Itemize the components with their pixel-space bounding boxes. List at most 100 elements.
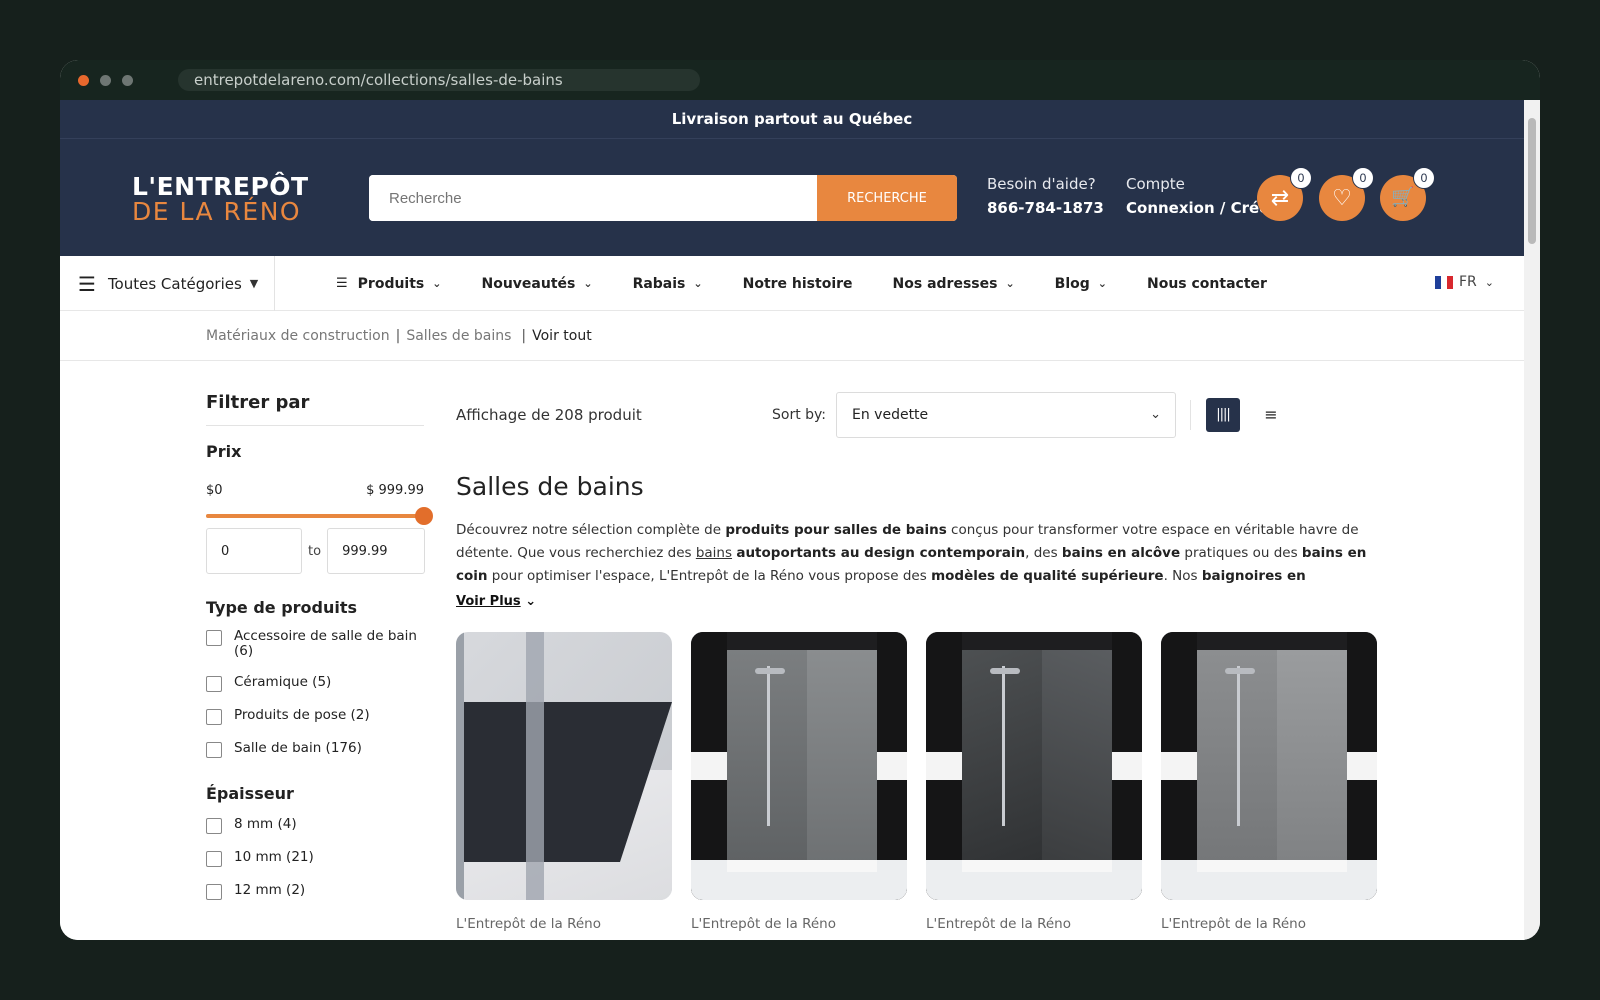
listing-toolbar: Affichage de 208 produit Sort by: En ved… (456, 392, 1380, 438)
price-max-input[interactable] (327, 528, 426, 574)
description-bold: produits pour salles de bains (725, 522, 947, 538)
description-link[interactable]: bains (696, 545, 732, 561)
maximize-window-dot[interactable] (122, 74, 133, 86)
list-view-button[interactable]: ≡ (1254, 398, 1288, 432)
checkbox[interactable] (206, 630, 222, 646)
all-categories-menu[interactable]: ☰ Toutes Catégories ▼ (78, 256, 276, 311)
search-button[interactable]: RECHERCHE (817, 175, 957, 221)
france-flag-icon (1435, 275, 1453, 289)
site-logo[interactable]: L'ENTREPÔT DE LA RÉNO (132, 172, 342, 225)
filter-option-label: Produits de pose (2) (234, 707, 370, 723)
sort-select[interactable]: En vedette ⌄ (836, 392, 1176, 438)
browser-chrome: entrepotdelareno.com/collections/salles-… (60, 60, 1540, 100)
read-more-link[interactable]: Voir Plus ⌄ (456, 594, 1380, 609)
checkbox[interactable] (206, 884, 222, 900)
list-view-icon: ≡ (1264, 405, 1278, 424)
image-panel-right (807, 650, 877, 870)
product-card[interactable]: L'Entrepôt de la Réno (691, 632, 907, 932)
scrollbar-thumb[interactable] (1528, 118, 1536, 244)
minimize-window-dot[interactable] (100, 74, 111, 86)
help-contact[interactable]: Besoin d'aide? 866-784-1873 (987, 175, 1104, 217)
filter-option[interactable]: 8 mm (4) (206, 817, 424, 834)
address-bar[interactable]: entrepotdelareno.com/collections/salles-… (178, 69, 700, 91)
checkbox[interactable] (206, 676, 222, 692)
checkbox[interactable] (206, 742, 222, 758)
all-categories-label: Toutes Catégories (107, 274, 242, 293)
filter-option[interactable]: Salle de bain (176) (206, 741, 424, 758)
checkbox[interactable] (206, 709, 222, 725)
description-bold: autoportants au design contemporain (736, 545, 1026, 561)
product-vendor[interactable]: L'Entrepôt de la Réno (926, 916, 1142, 932)
close-window-dot[interactable] (78, 74, 89, 86)
help-phone[interactable]: 866-784-1873 (987, 199, 1104, 217)
language-selector[interactable]: FR ⌄ (1435, 274, 1494, 290)
nav-item-label: Nous contacter (1146, 275, 1267, 292)
product-card[interactable]: L'Entrepôt de la Réno (926, 632, 1142, 932)
compare-button[interactable]: ⇄ 0 (1257, 167, 1312, 221)
image-shower-pipe (767, 666, 770, 826)
image-door-frame (456, 632, 464, 900)
product-image[interactable] (456, 632, 672, 900)
thickness-filter-title: Épaisseur (206, 784, 294, 803)
chevron-down-icon: ⌄ (693, 277, 703, 290)
language-code: FR (1459, 274, 1477, 290)
price-slider-fill (206, 514, 424, 518)
image-glass-door (526, 632, 544, 900)
chevron-down-icon: ⌄ (1150, 407, 1161, 422)
read-more-label: Voir Plus (456, 594, 521, 609)
image-shower-base (1197, 860, 1347, 872)
image-shower-head (755, 668, 785, 674)
filter-option[interactable]: Accessoire de salle de bain (6) (206, 629, 424, 659)
wishlist-button[interactable]: ♡ 0 (1319, 167, 1374, 221)
browser-window: entrepotdelareno.com/collections/salles-… (60, 60, 1540, 940)
cart-button[interactable]: 🛒 0 (1380, 167, 1435, 221)
nav-item-blog[interactable]: Blog ⌄ (1055, 276, 1107, 292)
product-vendor[interactable]: L'Entrepôt de la Réno (456, 916, 672, 932)
checkbox[interactable] (206, 851, 222, 867)
breadcrumb-link[interactable]: Matériaux de construction (206, 328, 390, 344)
nav-item-label: Notre histoire (742, 275, 853, 292)
product-image[interactable] (926, 632, 1142, 900)
nav-item-rabais[interactable]: Rabais ⌄ (633, 276, 703, 292)
cart-icon: 🛒 (1391, 187, 1415, 208)
account-menu[interactable]: Compte Connexion / Créer (1126, 175, 1277, 217)
checkbox[interactable] (206, 818, 222, 834)
nav-item-nous-contacter[interactable]: Nous contacter (1147, 276, 1267, 292)
filter-option[interactable]: Produits de pose (2) (206, 708, 424, 725)
product-vendor[interactable]: L'Entrepôt de la Réno (691, 916, 907, 932)
filter-sidebar: Filtrer par Prix $0 $ 999.99 to Type de … (206, 392, 433, 900)
nav-item-produits[interactable]: ☰ Produits ⌄ (336, 276, 441, 292)
nav-item-label: Rabais (632, 275, 686, 292)
toolbar-divider (1190, 400, 1191, 430)
filter-option[interactable]: Céramique (5) (206, 675, 424, 692)
chevron-down-icon: ⌄ (525, 594, 537, 609)
filter-option[interactable]: 10 mm (21) (206, 850, 424, 867)
price-slider[interactable] (206, 507, 433, 525)
nav-item-notre-histoire[interactable]: Notre histoire (743, 276, 853, 292)
product-image[interactable] (691, 632, 907, 900)
grid-view-button[interactable]: |||| (1206, 398, 1240, 432)
product-card[interactable]: L'Entrepôt de la Réno (1161, 632, 1377, 932)
nav-item-nos-adresses[interactable]: Nos adresses ⌄ (893, 276, 1015, 292)
breadcrumb-separator: | (395, 327, 401, 344)
description-text: pratiques ou des (1180, 545, 1302, 561)
description-text: . Nos (1163, 568, 1202, 584)
logo-line-1: L'ENTREPÔT (132, 172, 309, 201)
product-vendor[interactable]: L'Entrepôt de la Réno (1161, 916, 1377, 932)
nav-item-nouveautes[interactable]: Nouveautés ⌄ (481, 276, 592, 292)
price-slider-handle[interactable] (415, 507, 433, 525)
description-bold: modèles de qualité supérieure (931, 568, 1164, 584)
product-card[interactable]: L'Entrepôt de la Réno (456, 632, 672, 932)
page-scrollbar[interactable] (1524, 100, 1540, 940)
chevron-down-icon: ⌄ (583, 277, 593, 290)
breadcrumb-link[interactable]: Salles de bains (406, 328, 511, 344)
filter-option[interactable]: 12 mm (2) (206, 883, 424, 900)
price-min-input[interactable] (206, 528, 302, 574)
chevron-down-icon: ⌄ (1097, 277, 1107, 290)
sort-value: En vedette (852, 407, 929, 423)
search-input[interactable] (369, 175, 817, 221)
description-text: Découvrez notre sélection complète de (456, 522, 726, 538)
price-to-label: to (308, 543, 322, 559)
product-image[interactable] (1161, 632, 1377, 900)
login-link[interactable]: Connexion / Créer (1126, 199, 1277, 217)
